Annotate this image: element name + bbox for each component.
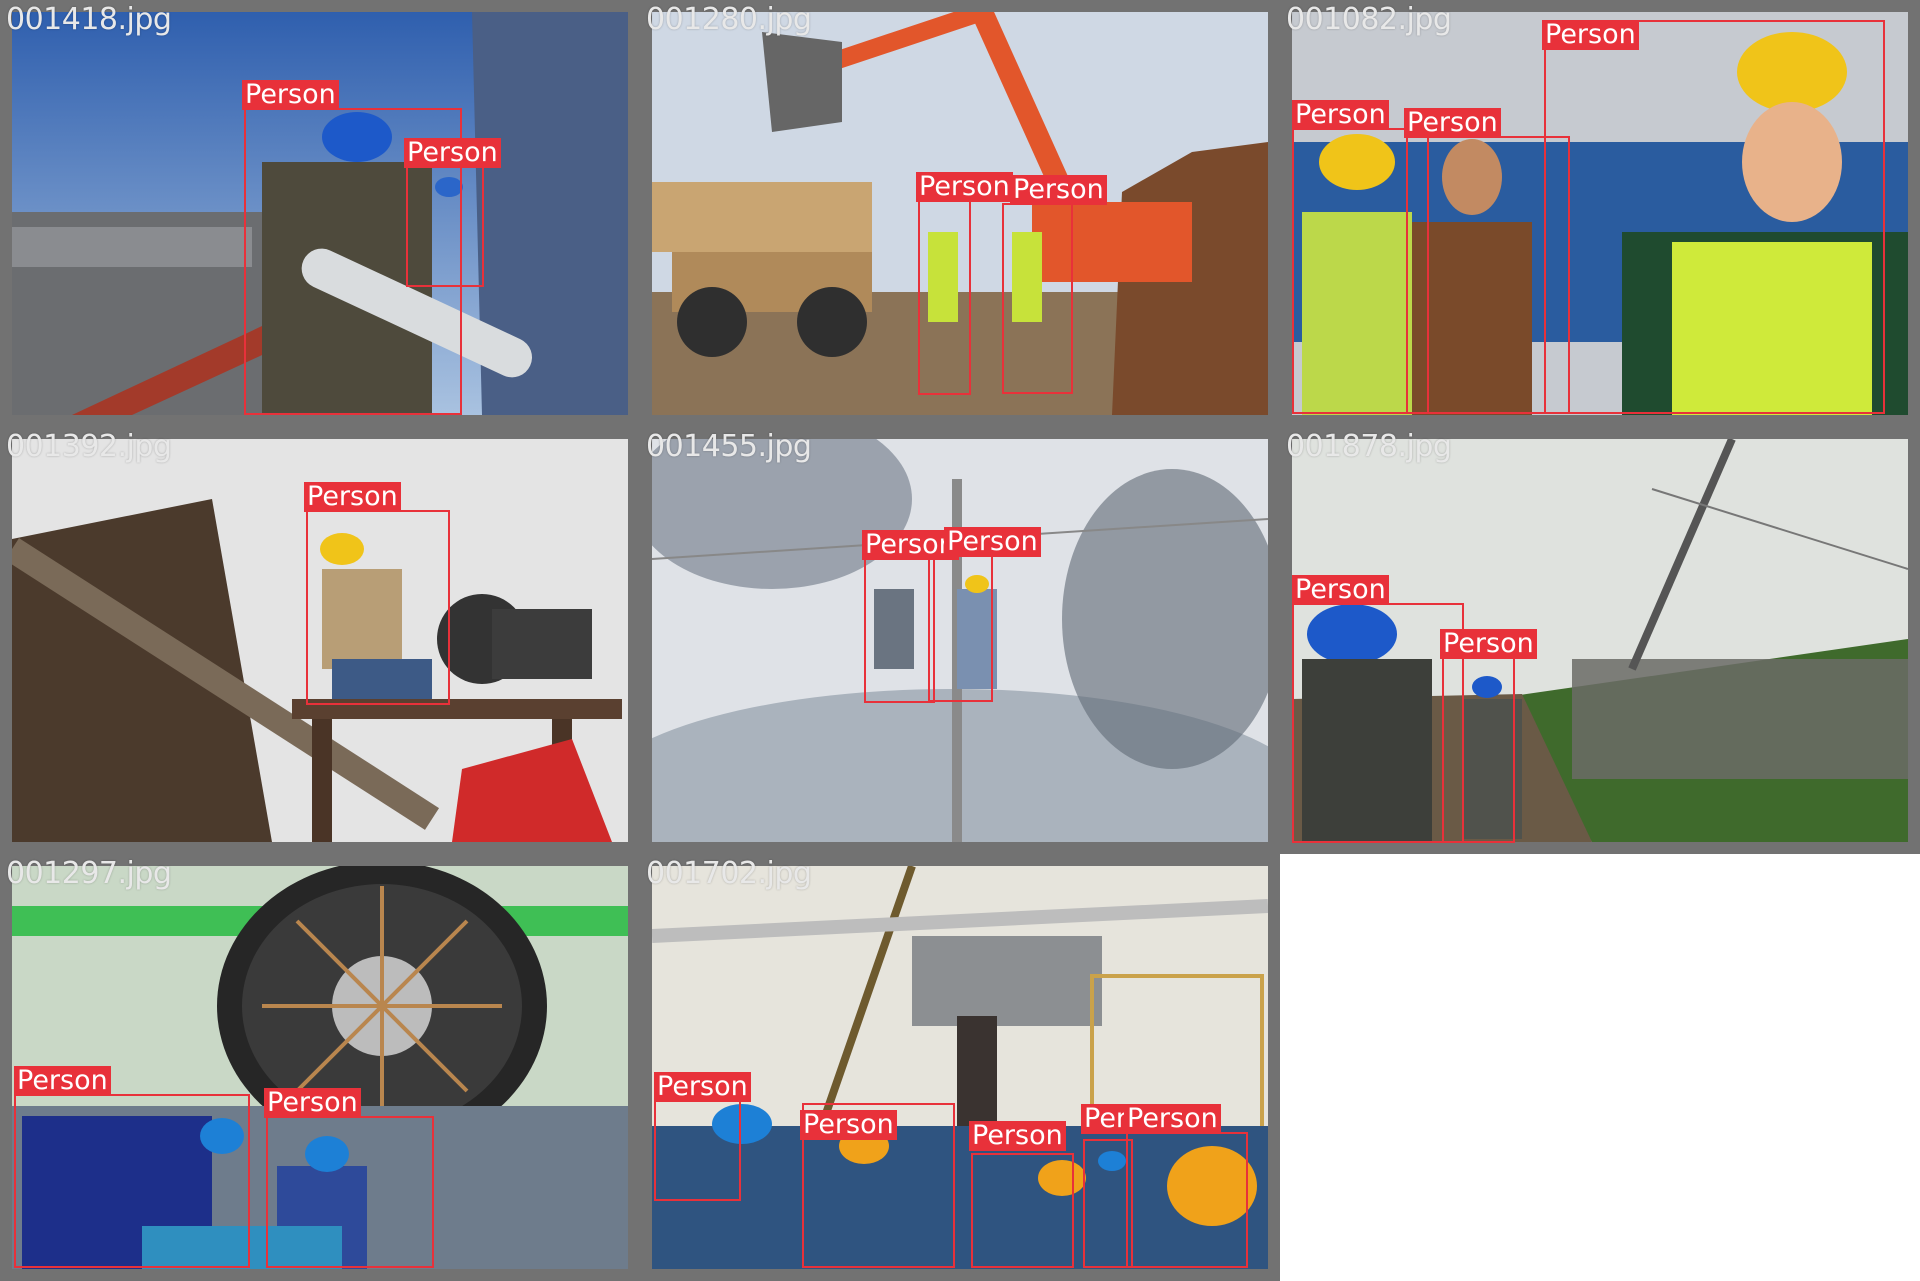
filename-label: 001082.jpg	[1286, 2, 1452, 37]
tile-001418: 001418.jpg Person Person	[0, 0, 640, 427]
detection-box	[406, 166, 484, 287]
detection-box	[971, 1153, 1074, 1268]
detection-label: Person	[1404, 108, 1501, 138]
filename-label: 001455.jpg	[646, 429, 812, 464]
detection-label: Person	[1440, 629, 1537, 659]
detection-box	[928, 555, 993, 702]
detection-label: Person	[1542, 20, 1639, 50]
detection-box	[266, 1116, 434, 1268]
detection-label: Person	[654, 1072, 751, 1102]
detection-box	[1544, 20, 1885, 414]
tile-001702: 001702.jpg Person Person Person Person P…	[640, 854, 1280, 1281]
filename-label: 001297.jpg	[6, 856, 172, 891]
tile-001297: 001297.jpg Person Person	[0, 854, 640, 1281]
detection-label: Person	[944, 527, 1041, 557]
detection-label: Person	[1292, 575, 1389, 605]
detection-box	[14, 1094, 250, 1268]
detection-label: Person	[264, 1088, 361, 1118]
detection-label: Person	[1010, 175, 1107, 205]
detection-box	[306, 510, 450, 705]
detection-box	[864, 558, 935, 703]
filename-label: 001392.jpg	[6, 429, 172, 464]
detection-box	[1126, 1132, 1248, 1268]
detection-label: Person	[1124, 1104, 1221, 1134]
filename-label: 001878.jpg	[1286, 429, 1452, 464]
detection-label: Person	[14, 1066, 111, 1096]
detection-label: Person	[242, 80, 339, 110]
detection-label: Person	[916, 172, 1013, 202]
filename-label: 001418.jpg	[6, 2, 172, 37]
detection-box	[1002, 203, 1073, 394]
tile-001392: 001392.jpg Person	[0, 427, 640, 854]
detection-box	[1406, 136, 1570, 414]
filename-label: 001280.jpg	[646, 2, 812, 37]
detection-box	[654, 1094, 741, 1201]
detection-label: Person	[800, 1110, 897, 1140]
detection-grid: 001418.jpg Person Person 001280.jpg Pers…	[0, 0, 1920, 1281]
tile-001878: 001878.jpg Person Person	[1280, 427, 1920, 854]
filename-label: 001702.jpg	[646, 856, 812, 891]
detection-label: Person	[1081, 1104, 1127, 1134]
tile-001082: 001082.jpg Person Person Person	[1280, 0, 1920, 427]
detection-box	[918, 198, 971, 395]
detection-box	[1292, 603, 1464, 843]
detection-box	[1442, 634, 1515, 843]
detection-label: Person	[1292, 100, 1389, 130]
detection-label: Person	[304, 482, 401, 512]
tile-001280: 001280.jpg Person Person	[640, 0, 1280, 427]
detection-label: Person	[969, 1121, 1066, 1151]
detection-label: Person	[404, 138, 501, 168]
tile-001455: 001455.jpg Person Person	[640, 427, 1280, 854]
